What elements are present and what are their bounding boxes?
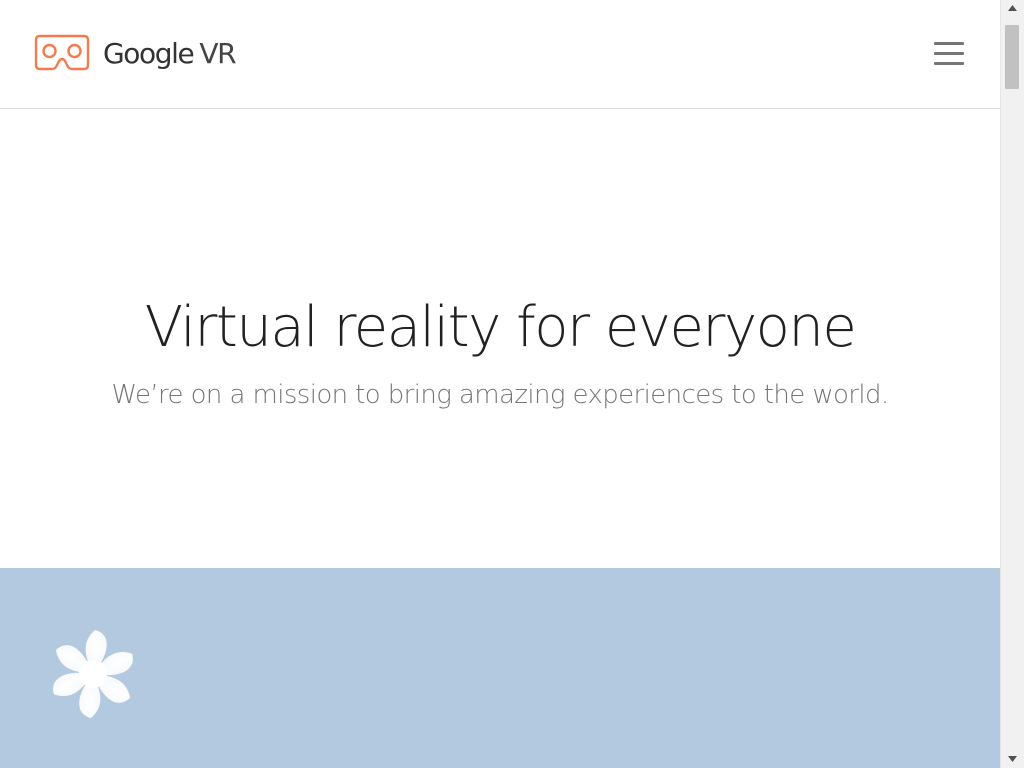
logo-product-text: VR — [199, 37, 236, 70]
page-viewport: Google VR Virtual reality for everyone We… — [0, 0, 1000, 768]
logo-brand-text: Google — [103, 37, 195, 70]
daydream-pinwheel-icon — [50, 626, 136, 722]
feature-band — [0, 568, 1000, 768]
hero-title: Virtual reality for everyone — [144, 295, 857, 360]
cardboard-viewer-icon — [34, 34, 90, 74]
scrollbar-thumb[interactable] — [1005, 25, 1019, 89]
google-vr-logo-link[interactable]: Google VR — [34, 34, 237, 74]
scroll-up-arrow[interactable] — [1001, 0, 1024, 17]
hamburger-menu-button[interactable] — [926, 33, 972, 75]
scroll-down-arrow[interactable] — [1001, 751, 1024, 768]
caret-down-icon — [1001, 756, 1024, 762]
caret-up-icon — [1001, 5, 1024, 11]
hero-section: Virtual reality for everyone We’re on a … — [0, 109, 1000, 568]
site-header: Google VR — [0, 0, 1000, 109]
logo-wordmark: Google VR — [103, 34, 237, 74]
vertical-scrollbar[interactable] — [1000, 0, 1024, 768]
hero-subtitle: We’re on a mission to bring amazing expe… — [111, 380, 889, 410]
